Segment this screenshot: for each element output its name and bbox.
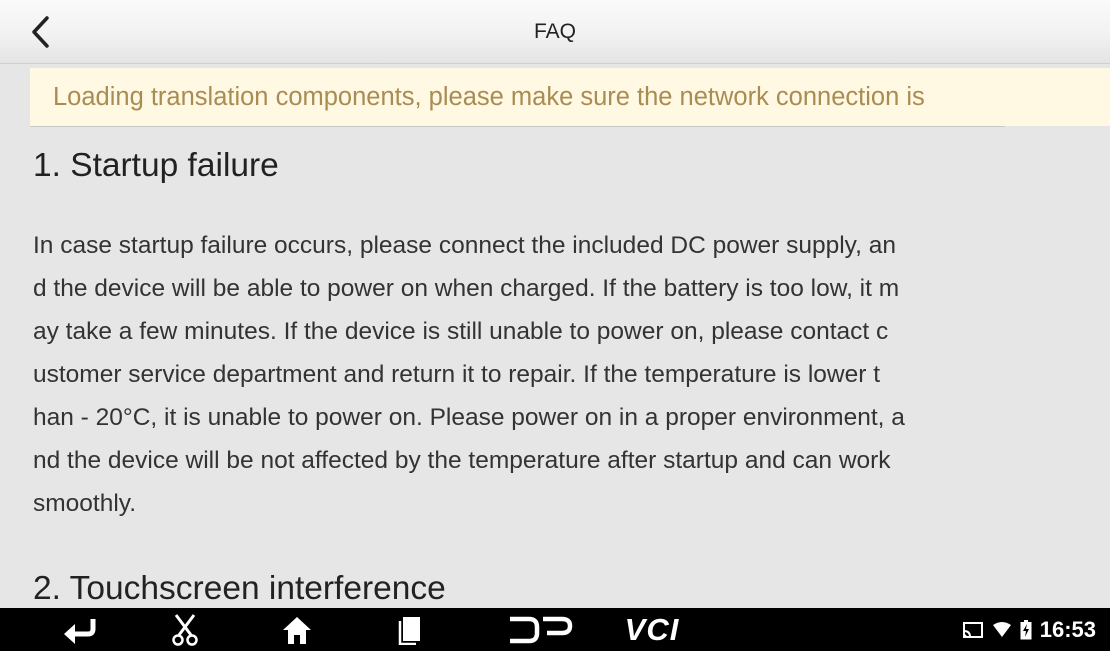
- title-bar: FAQ: [0, 0, 1110, 64]
- chevron-left-icon: [32, 16, 49, 48]
- nav-vci-button[interactable]: VCI: [612, 608, 692, 651]
- scissors-icon: [172, 613, 198, 646]
- system-nav-bar: VCI 16:53: [0, 608, 1110, 651]
- status-clock: 16:53: [1039, 616, 1096, 642]
- translation-banner: Loading translation components, please m…: [30, 68, 1110, 126]
- recent-apps-icon: [398, 616, 420, 645]
- body-line: ay take a few minutes. If the device is …: [33, 318, 889, 345]
- body-line: ustomer service department and return it…: [33, 361, 880, 388]
- section-body-startup: In case startup failure occurs, please c…: [33, 224, 1093, 525]
- home-icon: [283, 616, 311, 644]
- dp-icon: [510, 616, 573, 643]
- body-line: In case startup failure occurs, please c…: [33, 232, 896, 259]
- divider: [30, 126, 1005, 127]
- faq-content[interactable]: Loading translation components, please m…: [0, 64, 1110, 608]
- cast-icon: [962, 621, 983, 638]
- section-heading-touchscreen: 2. Touchscreen interference: [33, 570, 446, 607]
- wifi-icon: [992, 621, 1011, 637]
- back-button[interactable]: [20, 10, 60, 54]
- body-line: smoothly.: [33, 490, 137, 517]
- body-line: d the device will be able to power on wh…: [33, 275, 900, 302]
- back-arrow-icon: [64, 618, 96, 644]
- page-title: FAQ: [533, 20, 576, 43]
- vci-label: VCI: [624, 612, 680, 647]
- nav-back-button[interactable]: [55, 608, 105, 651]
- section-heading-startup: 1. Startup failure: [33, 147, 279, 184]
- battery-charging-icon: [1020, 619, 1032, 639]
- nav-recent-apps-button[interactable]: [384, 608, 434, 651]
- status-area: 16:53: [962, 608, 1096, 651]
- nav-screenshot-button[interactable]: [160, 608, 210, 651]
- nav-home-button[interactable]: [272, 608, 322, 651]
- nav-dp-button[interactable]: [500, 608, 580, 651]
- body-line: nd the device will be not affected by th…: [33, 447, 891, 474]
- body-line: han - 20°C, it is unable to power on. Pl…: [33, 404, 905, 431]
